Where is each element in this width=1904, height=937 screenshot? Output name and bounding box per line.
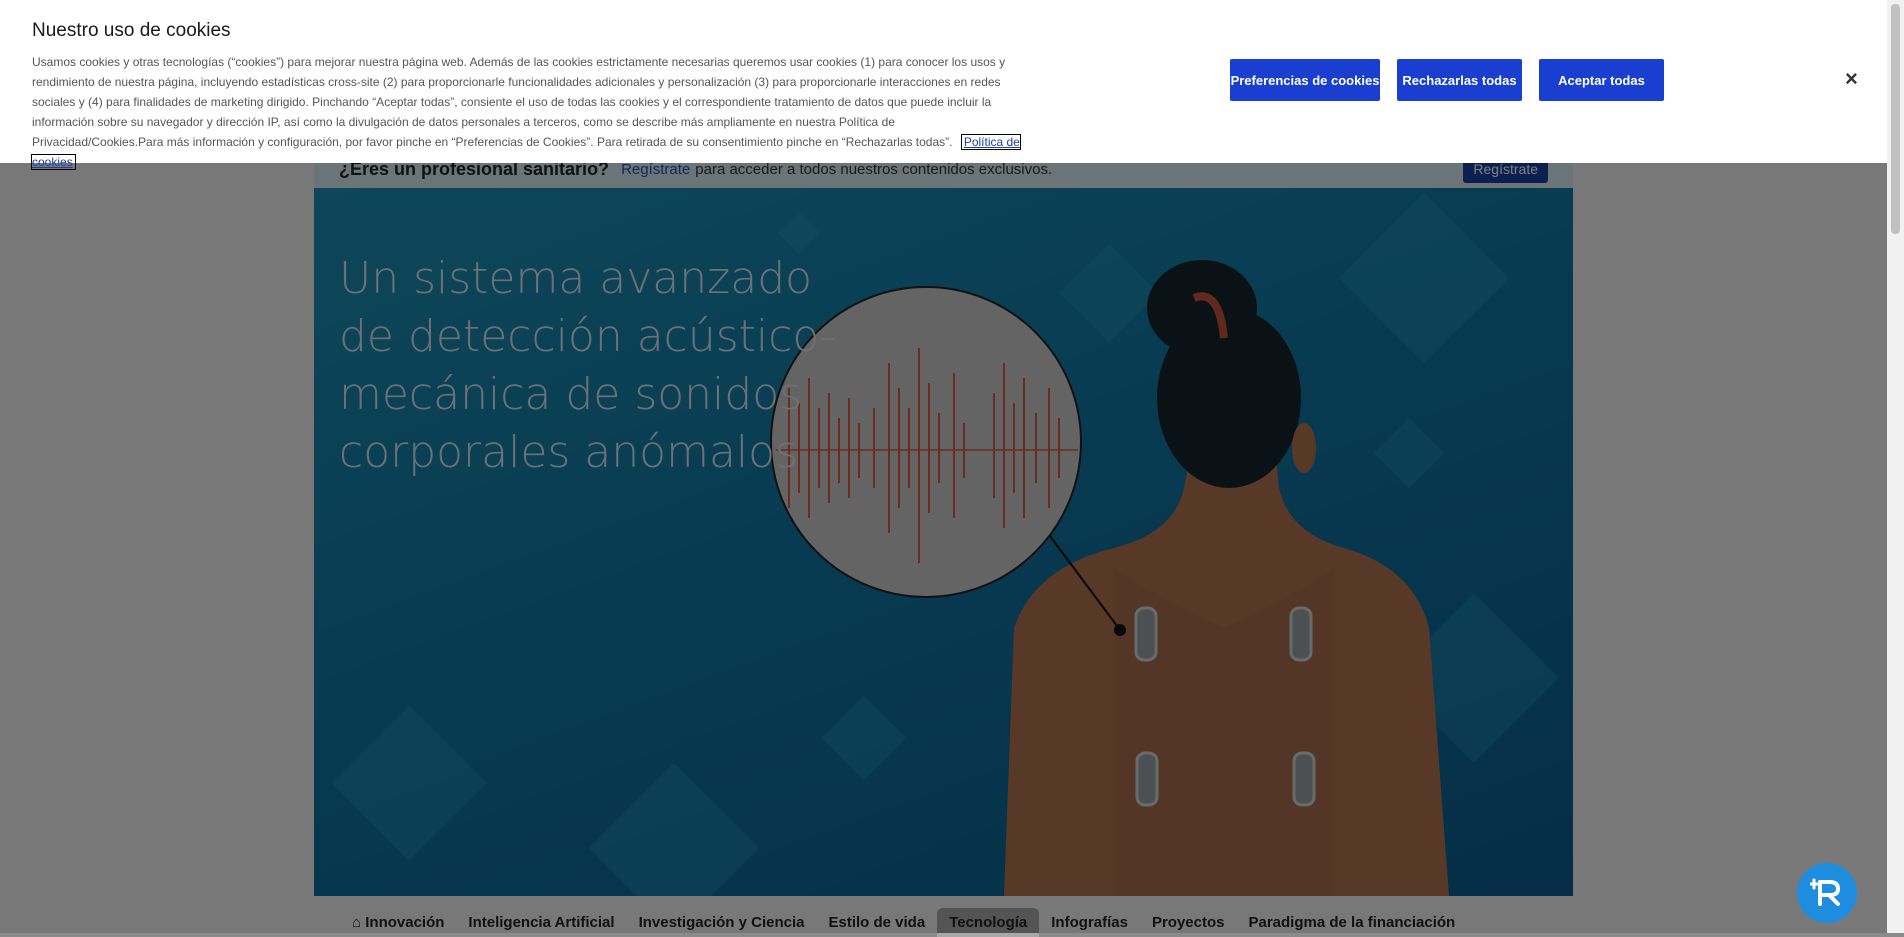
close-icon[interactable]: × bbox=[1845, 66, 1858, 92]
cookie-preferences-button[interactable]: Preferencias de cookies bbox=[1230, 59, 1380, 101]
scrollbar[interactable] bbox=[1887, 0, 1904, 933]
reader-icon bbox=[1810, 878, 1841, 906]
cookie-description: Usamos cookies y otras tecnologías (“coo… bbox=[32, 55, 1006, 149]
accessibility-fab[interactable] bbox=[1797, 863, 1857, 923]
cookie-title: Nuestro uso de cookies bbox=[32, 20, 231, 41]
reject-all-button[interactable]: Rechazarlas todas bbox=[1397, 59, 1522, 101]
cookie-banner: Nuestro uso de cookies Usamos cookies y … bbox=[0, 0, 1887, 170]
cookie-text-block: Usamos cookies y otras tecnologías (“coo… bbox=[31, 52, 1022, 172]
accept-all-button[interactable]: Aceptar todas bbox=[1539, 59, 1664, 101]
scrollbar-thumb[interactable] bbox=[1891, 4, 1900, 234]
